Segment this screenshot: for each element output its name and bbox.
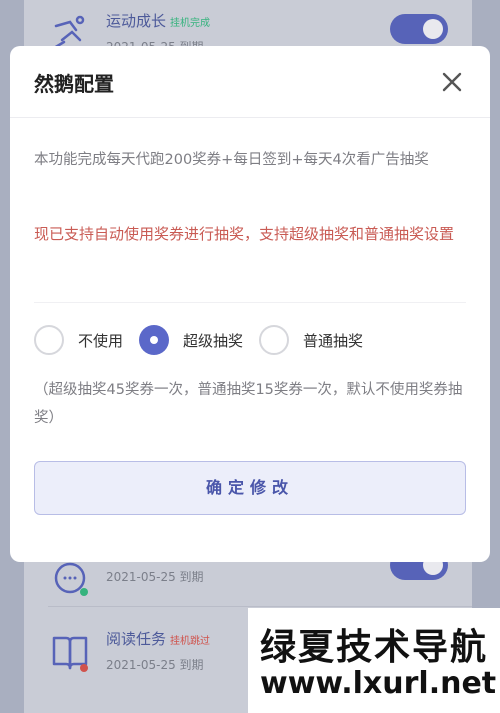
watermark: 绿夏技术导航 www.lxurl.net (248, 608, 500, 713)
task-toggle[interactable] (390, 14, 448, 44)
task-status-tag: 挂机完成 (170, 18, 211, 29)
radio-button-checked[interactable] (139, 325, 170, 355)
config-dialog: 然鹅配置 本功能完成每天代跑200奖券+每日签到+每天4次看广告抽奖 现已支持自… (10, 46, 490, 562)
radio-option-normal-lottery[interactable]: 普通抽奖 (259, 325, 363, 355)
close-button[interactable] (436, 66, 468, 98)
radio-label: 普通抽奖 (303, 331, 364, 350)
watermark-title: 绿夏技术导航 (260, 627, 489, 668)
watermark-url: www.lxurl.net (260, 666, 497, 701)
radio-label: 不使用 (78, 331, 124, 350)
divider (48, 606, 472, 607)
task-title: 阅读任务 挂机跳过 (106, 630, 211, 648)
dialog-title: 然鹅配置 (34, 72, 114, 96)
radio-option-none[interactable]: 不使用 (34, 325, 123, 355)
dialog-header: 然鹅配置 (10, 46, 490, 118)
radio-button[interactable] (259, 325, 290, 355)
feature-notice: 现已支持自动使用奖券进行抽奖，支持超级抽奖和普通抽奖设置 (34, 225, 455, 243)
lottery-cost-note: （超级抽奖45奖券一次，普通抽奖15奖券一次，默认不使用奖券抽奖） (34, 382, 463, 426)
task-title: 运动成长 挂机完成 (106, 12, 211, 30)
task-expiry-date: 2021-05-25 到期 (106, 570, 204, 584)
close-icon (442, 72, 462, 92)
feature-description: 本功能完成每天代跑200奖券+每日签到+每天4次看广告抽奖 (34, 152, 429, 168)
radio-option-super-lottery[interactable]: 超级抽奖 (139, 325, 243, 355)
book-icon (48, 630, 92, 674)
divider (34, 302, 466, 303)
confirm-button[interactable]: 确定修改 (34, 461, 466, 515)
task-status-tag: 挂机跳过 (170, 636, 211, 647)
timer-icon (48, 556, 92, 600)
radio-label: 超级抽奖 (183, 331, 244, 350)
lottery-mode-radio-group: 不使用 超级抽奖 普通抽奖 (34, 322, 379, 358)
radio-button[interactable] (34, 325, 64, 355)
task-expiry-date: 2021-05-25 到期 (106, 658, 204, 672)
